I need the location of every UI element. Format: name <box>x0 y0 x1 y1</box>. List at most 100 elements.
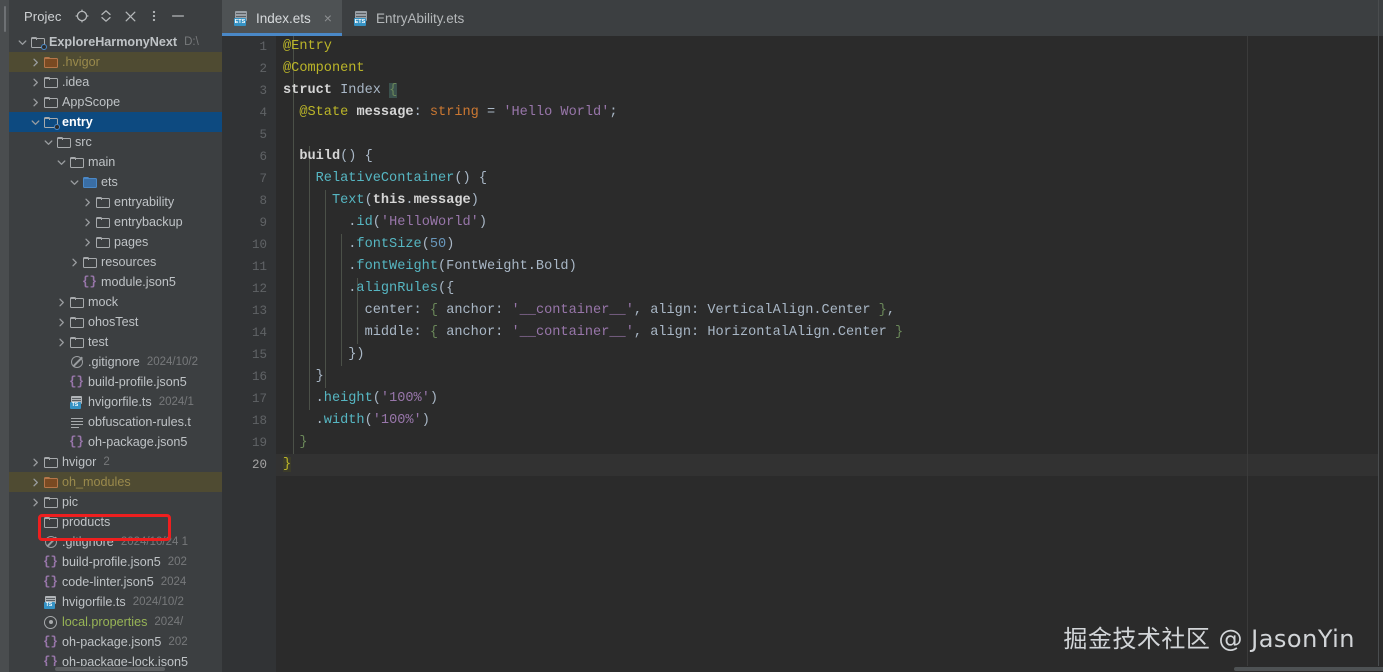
tree-node-mock[interactable]: mock <box>9 292 222 312</box>
editor-horizontal-scrollbar[interactable] <box>444 666 1383 672</box>
code-line[interactable]: middle: { anchor: '__container__', align… <box>276 322 1383 344</box>
select-opened-file-icon[interactable] <box>71 5 93 27</box>
tool-window-stripe[interactable] <box>0 0 9 672</box>
chevron-right-icon[interactable] <box>55 292 68 312</box>
tree-node-gitignore[interactable]: .gitignore 2024/10/2 <box>9 352 222 372</box>
code-line[interactable]: .fontSize(50) <box>276 234 1383 256</box>
tree-node-src[interactable]: src <box>9 132 222 152</box>
tree-node-resources[interactable]: resources <box>9 252 222 272</box>
chevron-right-icon[interactable] <box>29 52 42 72</box>
tree-node-oh-package-json5[interactable]: {} oh-package.json5 202 <box>9 632 222 652</box>
tree-node-ohostest[interactable]: ohosTest <box>9 312 222 332</box>
tree-node-entryability[interactable]: entryability <box>9 192 222 212</box>
project-horizontal-scrollbar[interactable] <box>9 666 222 672</box>
tree-node-build-profile-json5[interactable]: {} build-profile.json5 <box>9 372 222 392</box>
tree-node-code-linter-json5[interactable]: {} code-linter.json5 2024 <box>9 572 222 592</box>
chevron-down-icon[interactable] <box>68 172 81 192</box>
code-line[interactable]: .fontWeight(FontWeight.Bold) <box>276 256 1383 278</box>
close-icon[interactable]: × <box>324 10 332 26</box>
code-token: . <box>527 259 536 274</box>
collapse-all-icon[interactable] <box>119 5 141 27</box>
tree-node-gitignore[interactable]: .gitignore 2024/10/24 1 <box>9 532 222 552</box>
code-line[interactable]: .alignRules({ <box>276 278 1383 300</box>
code-line[interactable]: RelativeContainer() { <box>276 168 1383 190</box>
code-line[interactable]: .width('100%') <box>276 410 1383 432</box>
code-line[interactable]: struct Index { <box>276 80 1383 102</box>
tree-node-label: .hvigor <box>62 55 100 69</box>
tree-node-pic[interactable]: pic <box>9 492 222 512</box>
code-line[interactable]: }) <box>276 344 1383 366</box>
code-line[interactable]: Text(this.message) <box>276 190 1383 212</box>
chevron-right-icon[interactable] <box>81 232 94 252</box>
tree-node-label: hvigorfile.ts <box>62 595 126 609</box>
text-file-icon <box>68 412 85 432</box>
code-token: '100%' <box>372 413 422 428</box>
code-line[interactable]: } <box>276 432 1383 454</box>
tree-node-local-properties[interactable]: local.properties 2024/ <box>9 612 222 632</box>
tree-node-hvigorfile-ts[interactable]: TS hvigorfile.ts 2024/10/2 <box>9 592 222 612</box>
tree-node-obfuscation-rules-t[interactable]: obfuscation-rules.t <box>9 412 222 432</box>
tree-node-ets[interactable]: ets <box>9 172 222 192</box>
code-token: anchor <box>446 325 496 340</box>
chevron-right-icon[interactable] <box>55 312 68 332</box>
folder-icon <box>94 212 111 232</box>
code-line[interactable]: @State message: string = 'Hello World'; <box>276 102 1383 124</box>
code-token: ( <box>372 215 381 230</box>
editor-scrollbar-thumb[interactable] <box>1234 667 1383 671</box>
code-line[interactable]: .id('HelloWorld') <box>276 212 1383 234</box>
tree-node-test[interactable]: test <box>9 332 222 352</box>
tree-node-products[interactable]: products <box>9 512 222 532</box>
editor-tab-index-ets[interactable]: ETS Index.ets × <box>222 0 342 36</box>
tree-node-main[interactable]: main <box>9 152 222 172</box>
code-line[interactable]: build() { <box>276 146 1383 168</box>
tree-node-hvigor[interactable]: hvigor 2 <box>9 452 222 472</box>
code-line[interactable]: } <box>276 454 1383 476</box>
chevron-right-icon[interactable] <box>29 452 42 472</box>
chevron-right-icon[interactable] <box>55 332 68 352</box>
tree-node-hvigorfile-ts[interactable]: TS hvigorfile.ts 2024/1 <box>9 392 222 412</box>
tree-node-label: .idea <box>62 75 90 89</box>
chevron-down-icon[interactable] <box>29 112 42 132</box>
editor-tab-entryability-ets[interactable]: ETS EntryAbility.ets <box>342 0 474 36</box>
code-content[interactable]: @Entry @Component struct Index { @State me… <box>276 36 1383 672</box>
tree-node-module-json5[interactable]: {} module.json5 <box>9 272 222 292</box>
chevron-down-icon[interactable] <box>16 32 29 52</box>
code-line[interactable]: @Component <box>276 58 1383 80</box>
tree-node-hvigor[interactable]: .hvigor <box>9 52 222 72</box>
scrollbar-thumb[interactable] <box>55 667 165 671</box>
tree-node-entry[interactable]: entry <box>9 112 222 132</box>
chevron-right-icon[interactable] <box>29 492 42 512</box>
tree-node-build-profile-json5[interactable]: {} build-profile.json5 202 <box>9 552 222 572</box>
tree-node-oh-package-json5[interactable]: {} oh-package.json5 <box>9 432 222 452</box>
chevron-right-icon[interactable] <box>81 192 94 212</box>
code-token: , <box>633 303 651 318</box>
tree-node-entrybackup[interactable]: entrybackup <box>9 212 222 232</box>
chevron-down-icon[interactable] <box>55 152 68 172</box>
tree-node-idea[interactable]: .idea <box>9 72 222 92</box>
hide-panel-icon[interactable] <box>167 5 189 27</box>
expand-collapse-icon[interactable] <box>95 5 117 27</box>
chevron-right-icon[interactable] <box>68 252 81 272</box>
chevron-down-icon[interactable] <box>42 132 55 152</box>
chevron-right-icon[interactable] <box>29 72 42 92</box>
code-token: . <box>283 215 357 230</box>
more-options-icon[interactable] <box>143 5 165 27</box>
code-line[interactable]: .height('100%') <box>276 388 1383 410</box>
line-number: 13 <box>251 304 267 318</box>
line-number: 1 <box>259 40 267 54</box>
code-line[interactable]: center: { anchor: '__container__', align… <box>276 300 1383 322</box>
chevron-right-icon[interactable] <box>81 212 94 232</box>
editor-gutter[interactable]: 1 2 3 4 5 6 7 8 9 10 11 12 13 14 15 16 17 18 19 20 <box>222 36 276 672</box>
tree-node-appscope[interactable]: AppScope <box>9 92 222 112</box>
project-tree[interactable]: ExploreHarmonyNext D:\ .hvigor .idea AppScop… <box>9 32 222 672</box>
tree-node-oh-modules[interactable]: oh_modules <box>9 472 222 492</box>
code-line[interactable]: } <box>276 366 1383 388</box>
code-line[interactable] <box>276 124 1383 146</box>
tree-node-exploreharmonynext[interactable]: ExploreHarmonyNext D:\ <box>9 32 222 52</box>
tree-node-pages[interactable]: pages <box>9 232 222 252</box>
editor-vertical-scrollbar[interactable] <box>1379 36 1383 672</box>
code-line[interactable]: @Entry <box>276 36 1383 58</box>
chevron-right-icon[interactable] <box>29 92 42 112</box>
chevron-right-icon[interactable] <box>29 472 42 492</box>
